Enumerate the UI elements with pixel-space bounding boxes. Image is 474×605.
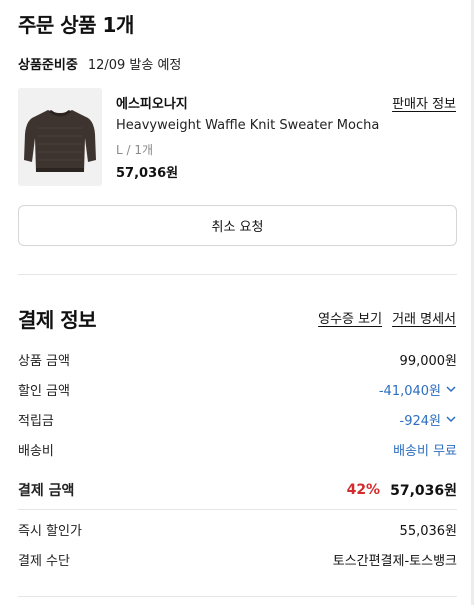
row-value: -924원 xyxy=(399,413,441,429)
total-value-group: 42% 57,036원 xyxy=(347,480,457,500)
order-status: 상품준비중 xyxy=(18,58,78,73)
points-toggle[interactable]: -924원 xyxy=(400,410,457,429)
row-divider xyxy=(18,509,457,510)
row-label: 상품 금액 xyxy=(18,353,70,369)
order-section-title: 주문 상품 1개 xyxy=(18,13,134,37)
payment-row-total: 결제 금액 42% 57,036원 xyxy=(18,480,457,500)
receipt-link[interactable]: 영수증 보기 xyxy=(318,308,382,327)
sweater-image xyxy=(18,88,102,186)
order-status-row: 상품준비중 12/09 발송 예정 xyxy=(18,54,181,73)
section-divider xyxy=(18,274,457,275)
payment-section-title: 결제 정보 xyxy=(18,308,97,332)
statement-link[interactable]: 거래 명세서 xyxy=(392,308,456,327)
payment-row-method: 결제 수단 토스간편결제-토스뱅크 xyxy=(18,549,457,569)
row-label: 배송비 xyxy=(18,443,54,459)
row-value: 토스간편결제-토스뱅크 xyxy=(332,553,457,569)
product-image[interactable] xyxy=(18,88,102,186)
total-value: 57,036원 xyxy=(390,483,457,499)
row-label: 할인 금액 xyxy=(18,383,70,399)
payment-header-links: 영수증 보기 거래 명세서 xyxy=(318,308,456,327)
chevron-down-icon xyxy=(446,416,456,423)
cancel-request-button[interactable]: 취소 요청 xyxy=(18,205,457,246)
row-value: 99,000원 xyxy=(399,353,457,369)
payment-row-points: 적립금 -924원 xyxy=(18,409,457,429)
payment-row-product-amount: 상품 금액 99,000원 xyxy=(18,349,457,369)
shipping-fee-value[interactable]: 배송비 무료 xyxy=(393,440,457,459)
row-label: 결제 수단 xyxy=(18,553,70,569)
product-price: 57,036원 xyxy=(116,166,179,181)
chevron-down-icon xyxy=(446,386,456,393)
seller-info-link[interactable]: 판매자 정보 xyxy=(392,93,456,112)
product-name[interactable]: Heavyweight Waffle Knit Sweater Mocha xyxy=(116,118,379,133)
payment-row-instant-discount: 즉시 할인가 55,036원 xyxy=(18,519,457,539)
payment-row-shipping: 배송비 배송비 무료 xyxy=(18,439,457,459)
row-value: 55,036원 xyxy=(399,523,457,539)
ship-date: 12/09 발송 예정 xyxy=(87,58,182,73)
row-label: 적립금 xyxy=(18,413,54,429)
bottom-divider xyxy=(18,596,457,597)
row-value: -41,040원 xyxy=(378,383,441,399)
product-option: L / 1개 xyxy=(116,143,154,157)
product-brand[interactable]: 에스피오나지 xyxy=(116,93,188,112)
payment-row-discount: 할인 금액 -41,040원 xyxy=(18,379,457,399)
row-label: 즉시 할인가 xyxy=(18,523,82,539)
discount-toggle[interactable]: -41,040원 xyxy=(379,380,457,399)
discount-percent: 42% xyxy=(346,482,381,498)
total-label: 결제 금액 xyxy=(18,483,75,499)
